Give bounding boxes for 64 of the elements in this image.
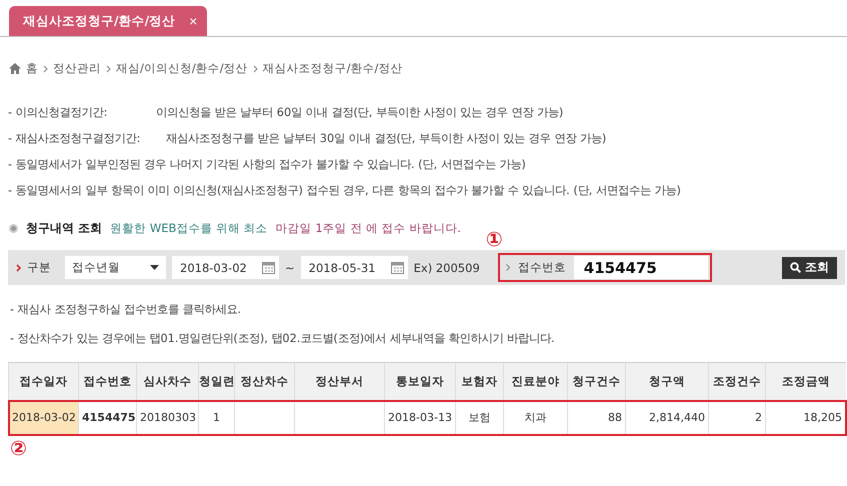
note-text: - 동일명세서의 일부 항목이 이미 이의신청(재심사조정청구) 접수된 경우, 다른 항목의 접수가 불가할 수 있습니다. (단, 서면접수는 가능) xyxy=(8,183,681,198)
breadcrumb-link[interactable]: 홈 xyxy=(26,61,38,76)
date-field[interactable]: 2018-03-02 xyxy=(172,256,279,279)
breadcrumb-link[interactable]: 재심사조정청구/환수/정산 xyxy=(262,61,402,76)
search-icon xyxy=(790,262,801,273)
chevron-icon xyxy=(506,264,510,271)
section-title: 청구내역 조회 xyxy=(26,220,102,237)
date-field[interactable]: 2018-05-31 xyxy=(300,256,408,279)
note-text: - 동일명세서가 일부인정된 경우 나머지 기각된 사항의 접수가 불가할 수 있습니다. (단, 서면접수는 가능) xyxy=(8,157,526,172)
table-cell: 18,205 xyxy=(766,400,846,434)
range-separator: ~ xyxy=(285,260,295,274)
column-header: 심사차수 xyxy=(136,362,198,400)
column-header: 청구건수 xyxy=(568,362,626,400)
note-text: 재심사조정청구를 받은 날부터 30일 이내 결정(단, 부득이한 사정이 있는 경우 연장 가능) xyxy=(166,131,606,146)
column-header: 정산차수 xyxy=(234,362,294,400)
table-cell: 2018-03-02 xyxy=(8,400,78,434)
table-cell: 88 xyxy=(568,400,626,434)
home-icon[interactable] xyxy=(9,63,21,74)
table-cell: 2,814,440 xyxy=(626,400,708,434)
breadcrumb-link[interactable]: 정산관리 xyxy=(53,61,101,76)
type-dropdown[interactable]: 접수년월 xyxy=(65,256,166,279)
note-text: 이의신청을 받은 날부터 60일 이내 결정(단, 부득이한 사정이 있는 경우 연장 가능) xyxy=(156,105,564,120)
column-header: 조정금액 xyxy=(766,362,846,400)
table-row[interactable]: 2018-03-02 4154475 20180303 1 2018-03-13 보험 치과 88 2,814,440 2 18,205 xyxy=(8,400,846,434)
search-button[interactable]: 조회 xyxy=(782,256,837,278)
chevron-icon xyxy=(106,64,111,72)
help-text: - 정산차수가 있는 경우에는 탭01.명일련단위(조정), 탭02.코드별(조정)에서 세부내역을 확인하시기 바랍니다. xyxy=(10,331,556,346)
column-header: 청구액 xyxy=(626,362,708,400)
table-cell: 치과 xyxy=(504,400,568,434)
tab-label: 재심사조정청구/환수/정산 xyxy=(23,12,176,30)
table-cell: 2 xyxy=(708,400,766,434)
note-label: - 재심사조정청구결정기간: xyxy=(8,131,142,146)
close-button[interactable]: × xyxy=(189,13,198,29)
table-cell: 보험 xyxy=(456,400,504,434)
column-header: 진료분야 xyxy=(504,362,568,400)
section-hint: 원활한 WEB접수를 위해 최소 xyxy=(110,221,268,236)
page-tab[interactable]: 재심사조정청구/환수/정산 × xyxy=(9,6,208,36)
column-header: 접수일자 xyxy=(8,362,78,400)
annotation-number: ② xyxy=(10,438,27,458)
table-cell[interactable]: 4154475 xyxy=(78,400,136,434)
column-header: 통보일자 xyxy=(384,362,456,400)
note-label: - 이의신청결정기간: xyxy=(8,105,108,120)
caret-icon xyxy=(150,265,159,270)
table-cell xyxy=(234,400,294,434)
chevron-icon xyxy=(43,64,48,72)
calendar-icon[interactable] xyxy=(390,261,404,274)
column-header: 정산부서 xyxy=(294,362,384,400)
breadcrumb-link[interactable]: 재심/이의신청/환수/정산 xyxy=(116,61,248,76)
deadline-notice: 마감일 1주일 전 에 접수 바랍니다. xyxy=(276,221,461,236)
table-cell: 20180303 xyxy=(136,400,198,434)
annotation-number: ① xyxy=(486,229,503,249)
chevron-icon xyxy=(252,64,258,72)
column-header: 접수번호 xyxy=(78,362,136,400)
help-text: - 재심사 조정청구하실 접수번호를 클릭하세요. xyxy=(10,302,242,317)
column-header: 보험자 xyxy=(456,362,504,400)
bullet-icon xyxy=(9,224,18,233)
example-text: Ex) 200509 xyxy=(414,260,480,274)
table-cell: 1 xyxy=(198,400,234,434)
chevron-icon xyxy=(16,264,21,272)
calendar-icon[interactable] xyxy=(262,261,275,274)
column-header: 청일련 xyxy=(198,362,234,400)
table-cell: 2018-03-13 xyxy=(384,400,456,434)
field-label: 구분 xyxy=(27,260,51,275)
column-header: 조정건수 xyxy=(708,362,766,400)
